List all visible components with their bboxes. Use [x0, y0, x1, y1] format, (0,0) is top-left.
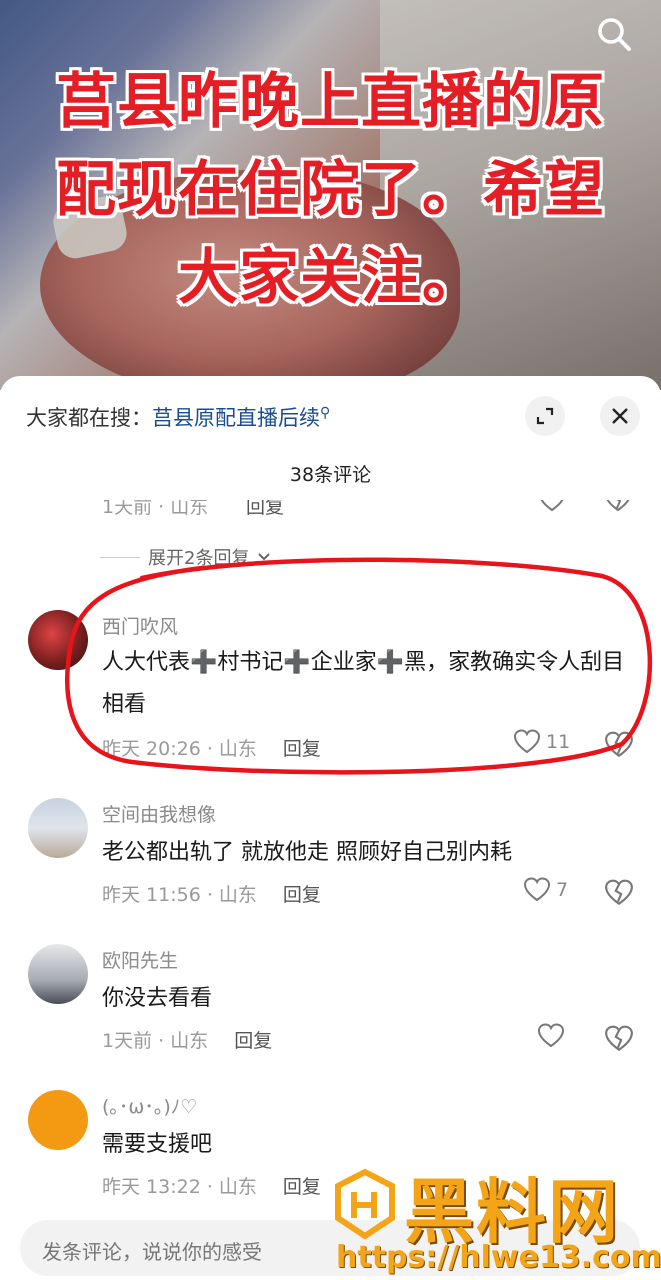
- like-button[interactable]: 7: [522, 876, 568, 904]
- chevron-down-icon: [258, 553, 271, 561]
- comment-username[interactable]: 空间由我想像: [102, 800, 216, 827]
- like-count: 11: [546, 731, 571, 753]
- avatar[interactable]: [28, 798, 88, 858]
- like-button[interactable]: 11: [512, 728, 570, 756]
- comment-input[interactable]: 发条评论，说说你的感受: [20, 1220, 640, 1276]
- heart-icon: [537, 1023, 565, 1048]
- comment-panel: 大家都在搜：莒县原配直播后续⚲ 38条评论 1天前 · 山东 回复 展开2条回复…: [0, 376, 661, 1280]
- video-headline: 莒县昨晚上直播的原 配现在住院了。希望 大家关注。: [56, 67, 605, 313]
- close-button[interactable]: [600, 396, 640, 436]
- comment-meta: 1天前 · 山东 回复: [102, 1030, 273, 1052]
- expand-replies-button[interactable]: 展开2条回复: [100, 544, 271, 570]
- comment-username[interactable]: 西门吹风: [102, 612, 178, 639]
- comment-text: 人大代表➕村书记➕企业家➕黑，家教确实令人刮目相看: [102, 650, 625, 717]
- broken-heart-icon[interactable]: [604, 878, 634, 908]
- broken-heart-icon[interactable]: [604, 730, 634, 760]
- comment-text: 需要支援吧: [102, 1132, 213, 1157]
- avatar[interactable]: [28, 944, 88, 1004]
- trending-search-link[interactable]: 莒县原配直播后续: [152, 406, 320, 430]
- search-button[interactable]: [592, 12, 636, 56]
- reply-button[interactable]: 回复: [246, 500, 284, 519]
- avatar[interactable]: [28, 610, 88, 670]
- search-icon: [598, 18, 631, 51]
- comment-input-bar: 发条评论，说说你的感受: [0, 1212, 661, 1280]
- comment-username[interactable]: (｡･ω･｡)ﾉ♡: [102, 1092, 197, 1119]
- trending-search[interactable]: 大家都在搜：莒县原配直播后续⚲: [26, 402, 330, 432]
- reply-button[interactable]: 回复: [234, 1030, 272, 1052]
- comment-count: 38条评论: [289, 464, 372, 486]
- heart-icon: [523, 877, 551, 902]
- reply-button[interactable]: 回复: [283, 738, 321, 760]
- avatar[interactable]: [28, 1090, 88, 1150]
- expand-icon: [536, 407, 554, 425]
- comment-meta: 昨天 20:26 · 山东 回复: [102, 738, 321, 760]
- expand-button[interactable]: [525, 396, 565, 436]
- like-count: 7: [556, 879, 569, 901]
- like-button[interactable]: [536, 1022, 566, 1050]
- comment-text: 你没去看看: [102, 986, 213, 1011]
- comment-text: 老公都出轨了 就放他走 照顾好自己别内耗: [102, 840, 512, 865]
- video-frame[interactable]: 莒县昨晚上直播的原 配现在住院了。希望 大家关注。: [0, 0, 661, 390]
- heart-icon[interactable]: [538, 500, 566, 514]
- broken-heart-icon[interactable]: [604, 1024, 634, 1054]
- reply-button[interactable]: 回复: [283, 1176, 321, 1198]
- comment-meta: 昨天 11:56 · 山东 回复: [102, 884, 321, 906]
- comment-meta: 昨天 13:22 · 山东 回复: [102, 1176, 321, 1198]
- heart-icon: [513, 729, 541, 754]
- close-icon: [612, 408, 628, 424]
- search-icon: ⚲: [320, 405, 331, 421]
- broken-heart-icon[interactable]: [604, 500, 632, 514]
- partial-comment-row: 1天前 · 山东 回复: [0, 500, 661, 522]
- reply-button[interactable]: 回复: [283, 884, 321, 906]
- comment-username[interactable]: 欧阳先生: [102, 946, 178, 973]
- comment-meta: 1天前 · 山东: [102, 500, 209, 518]
